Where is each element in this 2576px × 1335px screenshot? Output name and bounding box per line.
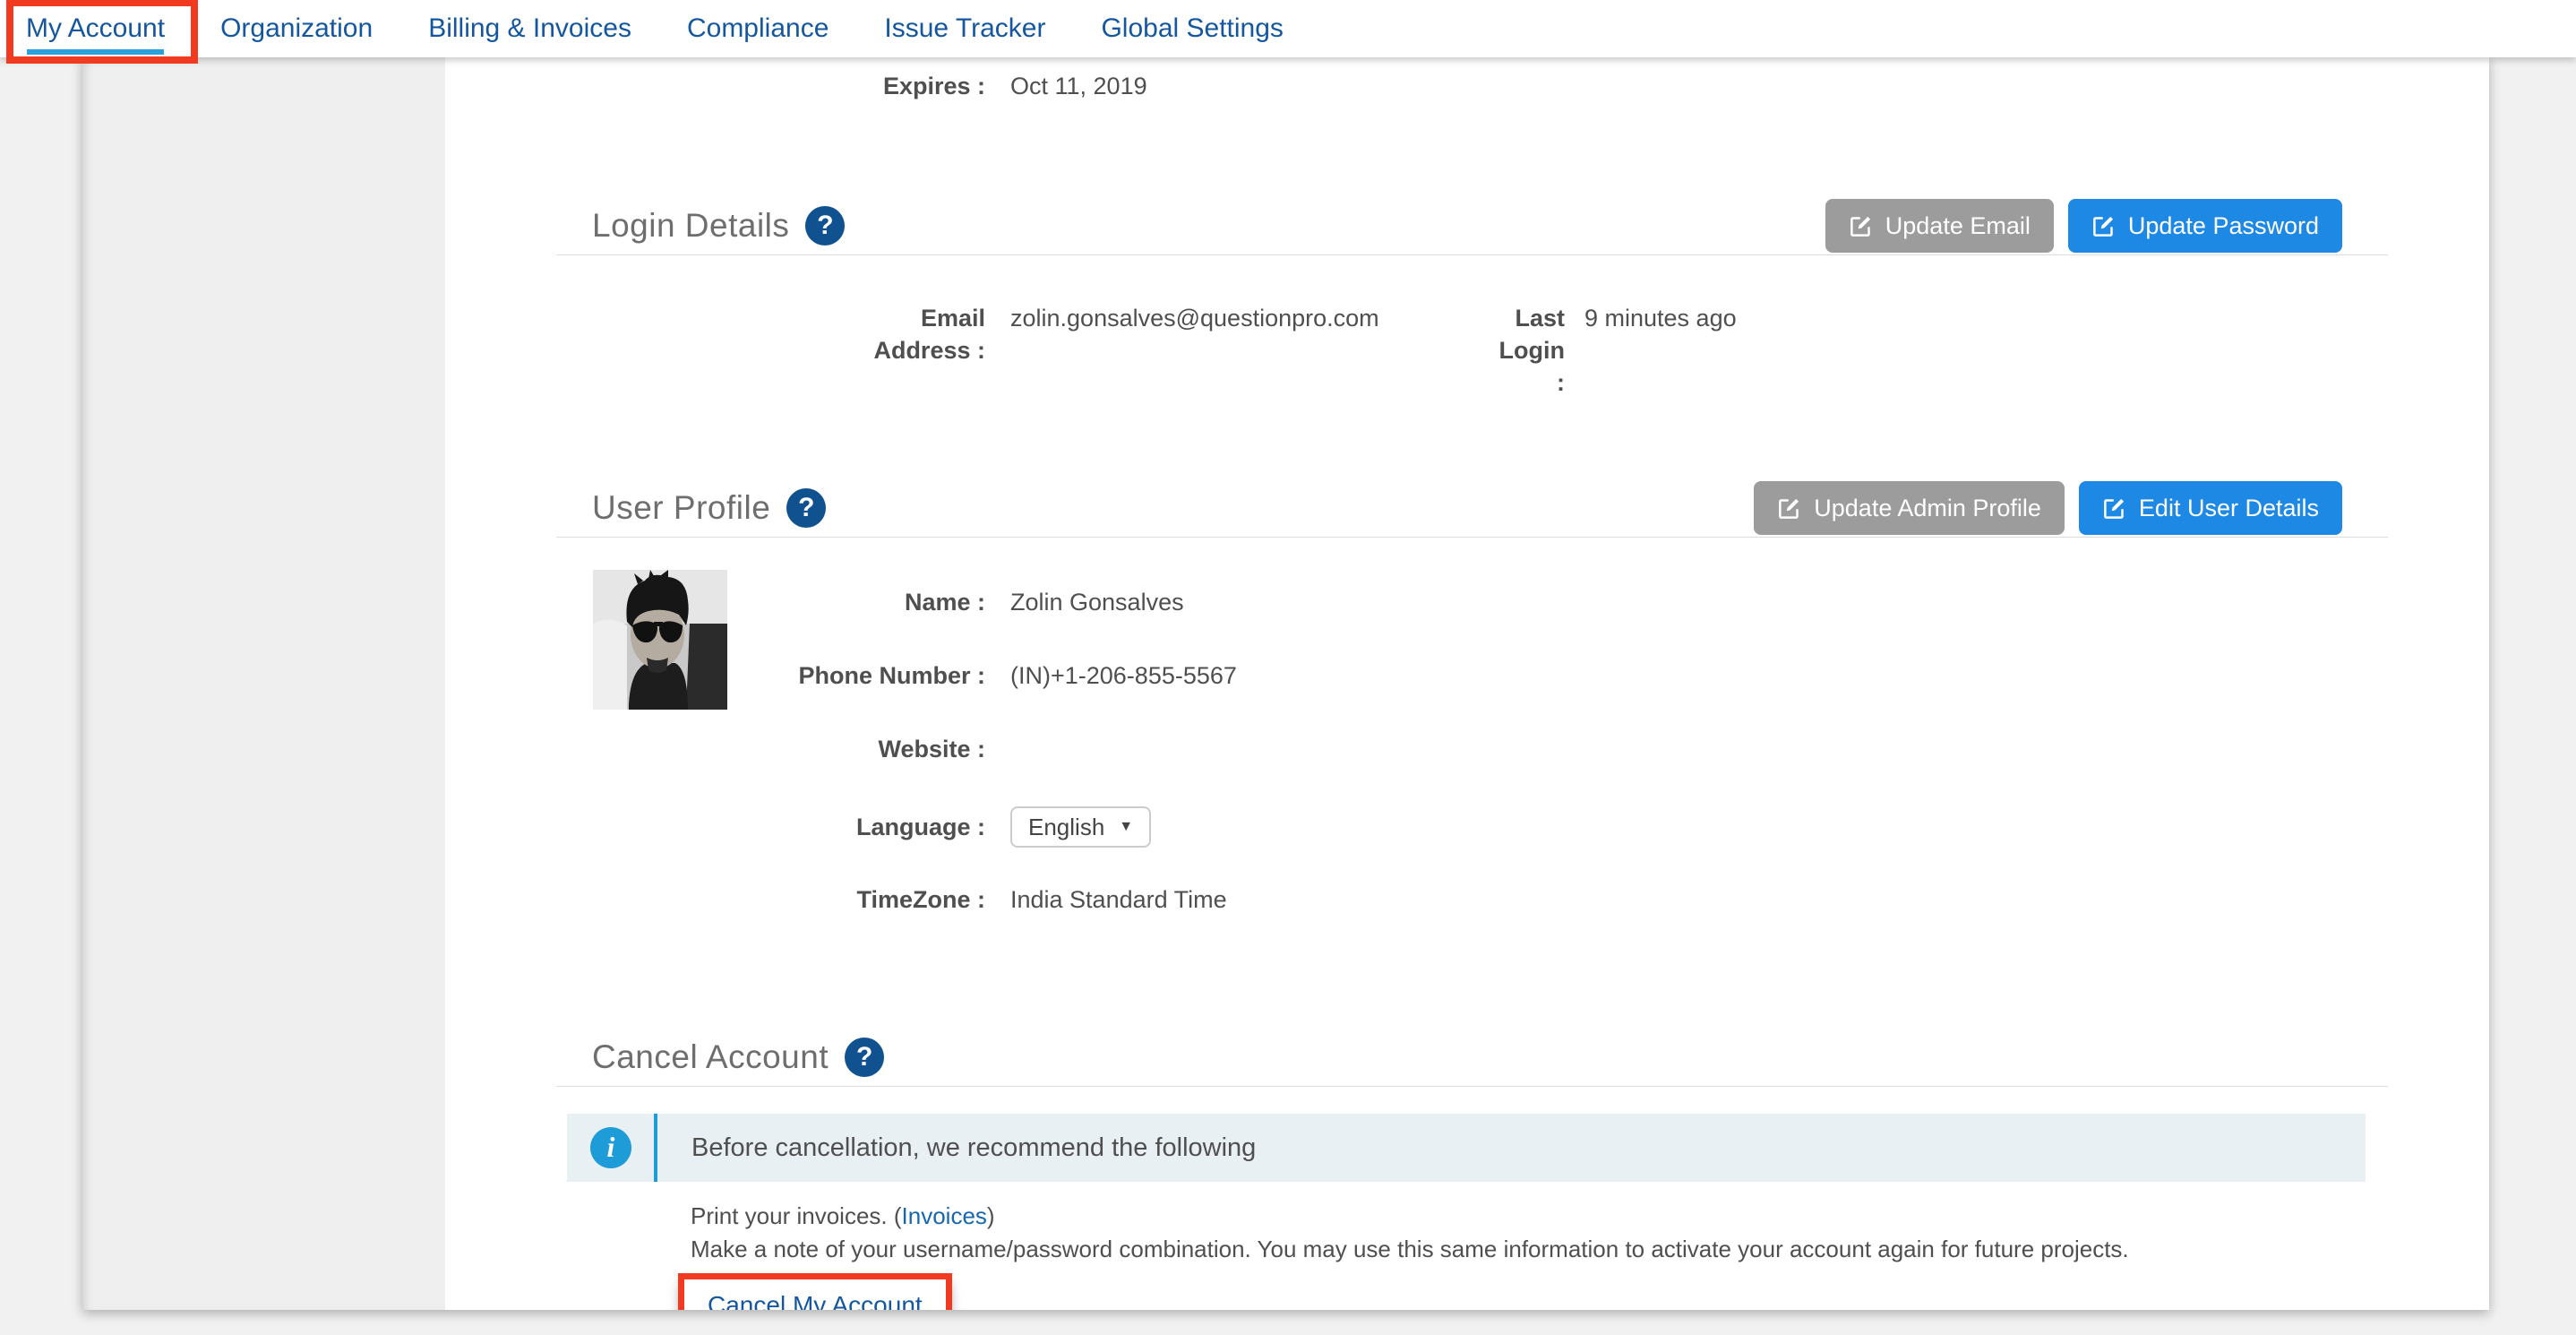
- tab-organization[interactable]: Organization: [220, 13, 373, 44]
- edit-icon: [2091, 214, 2116, 238]
- cancel-instructions: Print your invoices. (Invoices) Make a n…: [691, 1200, 2388, 1310]
- update-password-button[interactable]: Update Password: [2068, 199, 2342, 253]
- language-label: Language :: [556, 807, 985, 847]
- timezone-row: TimeZone : India Standard Time: [556, 883, 2388, 916]
- tab-global-settings[interactable]: Global Settings: [1101, 13, 1283, 44]
- info-icon: i: [590, 1127, 631, 1168]
- name-row: Name : Zolin Gonsalves: [556, 586, 2388, 618]
- info-box-divider: [654, 1114, 657, 1182]
- user-profile-body: Name : Zolin Gonsalves Phone Number : (I…: [556, 538, 2388, 916]
- expires-value: Oct 11, 2019: [1010, 70, 1147, 102]
- timezone-label: TimeZone :: [556, 883, 985, 916]
- login-details-row: Email Address : zolin.gonsalves@question…: [556, 302, 2388, 399]
- help-icon[interactable]: ?: [805, 206, 845, 245]
- website-label: Website :: [556, 733, 985, 765]
- help-icon[interactable]: ?: [845, 1038, 884, 1077]
- chevron-down-icon: ▼: [1119, 811, 1133, 843]
- tab-global-settings-label: Global Settings: [1101, 13, 1283, 43]
- tab-my-account-label: My Account: [26, 13, 165, 43]
- main-panel: Expires : Oct 11, 2019 Login Details ? U…: [82, 57, 2489, 1310]
- tab-billing-invoices-label: Billing & Invoices: [428, 13, 631, 43]
- tab-compliance[interactable]: Compliance: [687, 13, 829, 44]
- edit-user-details-label: Edit User Details: [2139, 495, 2319, 522]
- language-dropdown[interactable]: English ▼: [1010, 806, 1151, 848]
- info-box-title: Before cancellation, we recommend the fo…: [691, 1133, 1256, 1163]
- user-profile-title: User Profile: [592, 489, 770, 527]
- tab-organization-label: Organization: [220, 13, 373, 43]
- tab-billing-invoices[interactable]: Billing & Invoices: [428, 13, 631, 44]
- language-row: Language : English ▼: [556, 806, 2388, 848]
- update-admin-profile-button[interactable]: Update Admin Profile: [1754, 481, 2065, 535]
- user-profile-header: User Profile ? Update Admin Profile Edit…: [556, 481, 2388, 535]
- active-tab-underline: [27, 49, 164, 55]
- help-icon[interactable]: ?: [786, 488, 826, 528]
- top-navigation: My Account Organization Billing & Invoic…: [0, 0, 2576, 57]
- tab-my-account[interactable]: My Account: [26, 13, 165, 44]
- cancel-account-header: Cancel Account ?: [556, 1030, 2388, 1084]
- license-expires-row: Expires : Oct 11, 2019: [556, 70, 2388, 102]
- invoices-link[interactable]: Invoices: [902, 1202, 987, 1229]
- update-admin-profile-label: Update Admin Profile: [1814, 495, 2041, 522]
- update-email-label: Update Email: [1885, 212, 2031, 240]
- expires-label: Expires :: [556, 70, 985, 102]
- edit-icon: [1849, 214, 1873, 238]
- name-value: Zolin Gonsalves: [1010, 586, 1184, 618]
- cancel-my-account-link[interactable]: Cancel My Account: [708, 1291, 923, 1310]
- update-email-button[interactable]: Update Email: [1825, 199, 2054, 253]
- edit-icon: [1777, 496, 1801, 521]
- update-password-label: Update Password: [2128, 212, 2319, 240]
- login-details-header: Login Details ? Update Email Update Pass…: [556, 199, 2388, 253]
- login-details-title: Login Details: [592, 207, 789, 245]
- content-area: Expires : Oct 11, 2019 Login Details ? U…: [445, 57, 2489, 1310]
- phone-value: (IN)+1-206-855-5567: [1010, 659, 1237, 692]
- last-login-label: Last Login :: [1498, 302, 1565, 399]
- email-address-label: Email Address :: [556, 302, 985, 366]
- website-row: Website :: [556, 733, 2388, 765]
- tab-compliance-label: Compliance: [687, 13, 829, 43]
- cancel-info-box: i Before cancellation, we recommend the …: [567, 1114, 2366, 1182]
- avatar: [593, 570, 727, 710]
- username-password-line: Make a note of your username/password co…: [691, 1233, 2388, 1266]
- timezone-value: India Standard Time: [1010, 883, 1227, 916]
- annotation-box-cancel-account: Cancel My Account: [678, 1273, 952, 1310]
- tab-issue-tracker[interactable]: Issue Tracker: [884, 13, 1045, 44]
- section-divider: [556, 254, 2388, 255]
- language-dropdown-value: English: [1028, 811, 1104, 843]
- edit-icon: [2102, 496, 2126, 521]
- settings-sidebar: [82, 57, 445, 1310]
- cancel-account-title: Cancel Account: [592, 1038, 829, 1076]
- edit-user-details-button[interactable]: Edit User Details: [2079, 481, 2342, 535]
- phone-row: Phone Number : (IN)+1-206-855-5567: [556, 659, 2388, 692]
- tab-issue-tracker-label: Issue Tracker: [884, 13, 1045, 43]
- section-divider: [556, 1086, 2388, 1087]
- email-address-value: zolin.gonsalves@questionpro.com: [1010, 302, 1498, 334]
- print-invoices-line: Print your invoices. (Invoices): [691, 1200, 2388, 1233]
- last-login-value: 9 minutes ago: [1584, 302, 1737, 334]
